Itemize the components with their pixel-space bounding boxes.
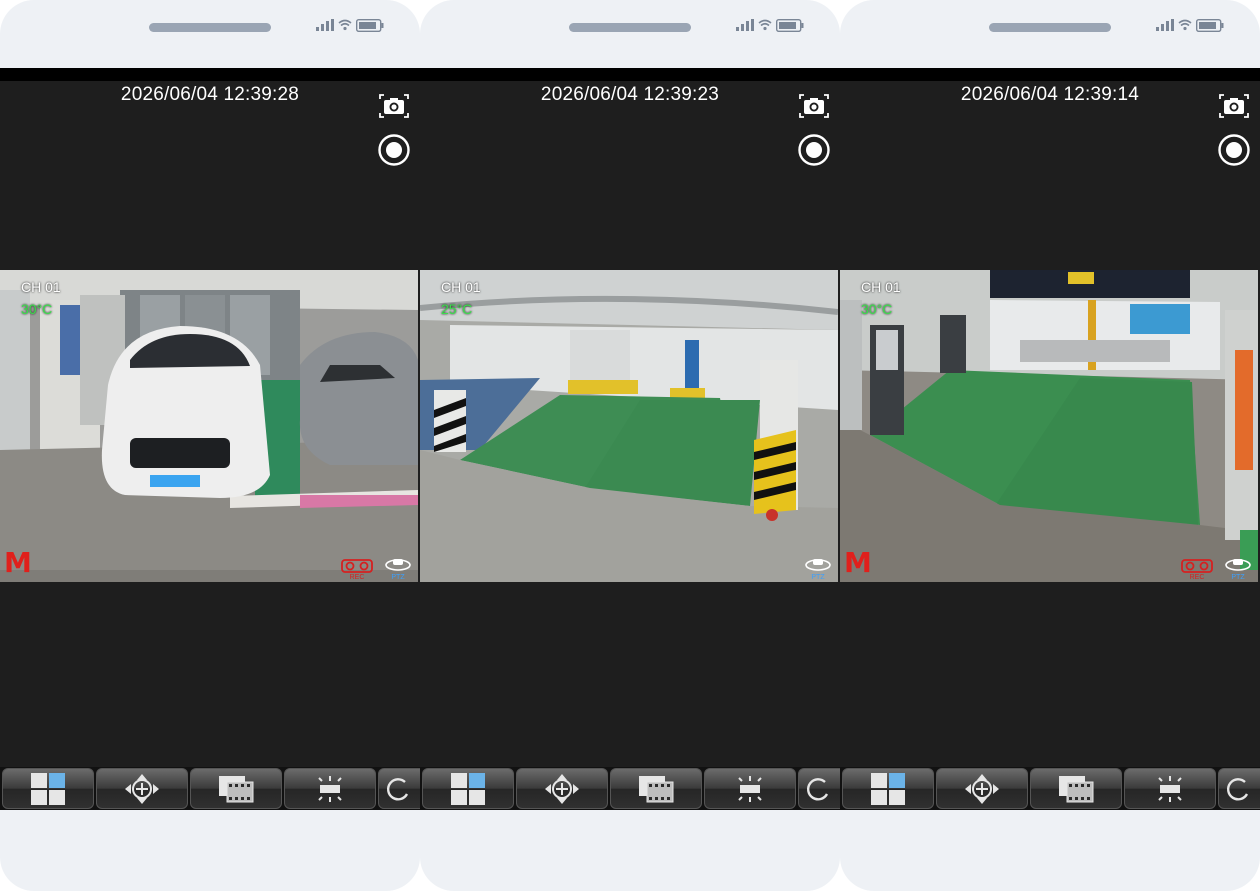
- recording-indicator: REC: [341, 559, 373, 581]
- timestamp: 2026/06/04 12:39:14: [960, 84, 1140, 105]
- mode-badge: M: [4, 546, 32, 579]
- signal-icon: [736, 19, 754, 31]
- timestamp: 2026/06/04 12:39:28: [120, 84, 300, 105]
- temperature-readout: 25°C: [441, 301, 473, 317]
- bottom-toolbar: [0, 767, 420, 810]
- screen-top-strip: [840, 68, 1260, 81]
- speaker-notch: [989, 23, 1111, 32]
- temperature-readout: 30°C: [21, 301, 53, 317]
- screen-top-strip: [420, 68, 840, 81]
- camera-video-feed[interactable]: CH 01 30°C M REC PTZ: [0, 270, 418, 582]
- battery-icon: [1196, 18, 1224, 32]
- video-frame-ev-bays-wide: [840, 270, 1258, 582]
- mode-badge: M: [844, 546, 872, 579]
- temperature-readout: 30°C: [861, 301, 893, 317]
- snapshot-camera-icon[interactable]: [798, 92, 830, 120]
- rec-label: REC: [1189, 574, 1205, 581]
- status-bar: [316, 17, 384, 33]
- wifi-icon: [758, 19, 772, 31]
- ptz-label: PTZ: [391, 574, 405, 581]
- wifi-icon: [1178, 19, 1192, 31]
- phone-frame-3: 2026/06/04 12:39:14 CH 01 30°C M REC PTZ: [840, 0, 1260, 891]
- rotate-button[interactable]: [1218, 768, 1260, 809]
- ptz-move-icon: [125, 773, 159, 804]
- ptz-label: PTZ: [1231, 574, 1245, 581]
- ptz-camera-icon: [805, 559, 831, 571]
- image-adjust-button[interactable]: [284, 768, 376, 809]
- ptz-camera-icon: [385, 559, 411, 571]
- phone-frame-2: 2026/06/04 12:39:23 CH 01 25°C PTZ: [420, 0, 840, 891]
- video-frame-ev-bays: [420, 270, 838, 582]
- playback-film-icon: [639, 775, 674, 802]
- record-button-icon[interactable]: [378, 134, 410, 166]
- playback-button[interactable]: [610, 768, 702, 809]
- screen-top-strip: [0, 68, 420, 81]
- record-button-icon[interactable]: [798, 134, 830, 166]
- ptz-control-button[interactable]: [936, 768, 1028, 809]
- viewer-screen: 2026/06/04 12:39:23 CH 01 25°C PTZ: [420, 68, 840, 810]
- grid-layout-icon: [451, 772, 485, 805]
- recording-indicator: REC: [1181, 559, 1213, 581]
- ptz-move-icon: [545, 773, 579, 804]
- ptz-indicator: PTZ: [383, 557, 413, 581]
- ptz-camera-icon: [1225, 559, 1251, 571]
- ptz-label: PTZ: [811, 574, 825, 581]
- playback-button[interactable]: [190, 768, 282, 809]
- viewer-screen: 2026/06/04 12:39:28 CH 01 30°C M REC PTZ: [0, 68, 420, 810]
- viewer-screen: 2026/06/04 12:39:14 CH 01 30°C M REC PTZ: [840, 68, 1260, 810]
- camera-video-feed[interactable]: CH 01 25°C PTZ: [420, 270, 838, 582]
- status-bar: [736, 17, 804, 33]
- playback-film-icon: [1059, 775, 1094, 802]
- channel-label: CH 01: [21, 279, 61, 295]
- speaker-notch: [569, 23, 691, 32]
- status-bar: [1156, 17, 1224, 33]
- snapshot-camera-icon[interactable]: [378, 92, 410, 120]
- channel-label: CH 01: [861, 279, 901, 295]
- playback-film-icon: [219, 775, 254, 802]
- timestamp: 2026/06/04 12:39:23: [540, 84, 720, 105]
- phone-comparison-strip: 2026/06/04 12:39:28 CH 01 30°C M REC PTZ…: [0, 0, 1260, 891]
- image-adjust-button[interactable]: [1124, 768, 1216, 809]
- video-frame-garage: [0, 270, 418, 582]
- rec-label: REC: [349, 574, 365, 581]
- signal-icon: [316, 19, 334, 31]
- battery-icon: [776, 18, 804, 32]
- record-button-icon[interactable]: [1218, 134, 1250, 166]
- wifi-icon: [338, 19, 352, 31]
- phone-frame-1: 2026/06/04 12:39:28 CH 01 30°C M REC PTZ: [0, 0, 420, 891]
- channel-label: CH 01: [441, 279, 481, 295]
- brightness-icon: [1158, 775, 1182, 802]
- ptz-control-button[interactable]: [516, 768, 608, 809]
- grid-layout-icon: [871, 772, 905, 805]
- speaker-notch: [149, 23, 271, 32]
- ptz-control-button[interactable]: [96, 768, 188, 809]
- ptz-indicator: PTZ: [1223, 557, 1253, 581]
- layout-grid-button[interactable]: [422, 768, 514, 809]
- ptz-indicator: PTZ: [803, 557, 833, 581]
- bottom-toolbar: [840, 767, 1260, 810]
- playback-button[interactable]: [1030, 768, 1122, 809]
- ptz-move-icon: [965, 773, 999, 804]
- signal-icon: [1156, 19, 1174, 31]
- rec-tape-icon: [1181, 559, 1213, 573]
- layout-grid-button[interactable]: [842, 768, 934, 809]
- rec-tape-icon: [341, 559, 373, 573]
- layout-grid-button[interactable]: [2, 768, 94, 809]
- rotate-icon: [806, 777, 829, 800]
- rotate-button[interactable]: [378, 768, 420, 809]
- image-adjust-button[interactable]: [704, 768, 796, 809]
- grid-layout-icon: [31, 772, 65, 805]
- brightness-icon: [318, 775, 342, 802]
- rotate-icon: [1226, 777, 1249, 800]
- rotate-button[interactable]: [798, 768, 840, 809]
- camera-video-feed[interactable]: CH 01 30°C M REC PTZ: [840, 270, 1258, 582]
- rotate-icon: [386, 777, 409, 800]
- battery-icon: [356, 18, 384, 32]
- brightness-icon: [738, 775, 762, 802]
- snapshot-camera-icon[interactable]: [1218, 92, 1250, 120]
- bottom-toolbar: [420, 767, 840, 810]
